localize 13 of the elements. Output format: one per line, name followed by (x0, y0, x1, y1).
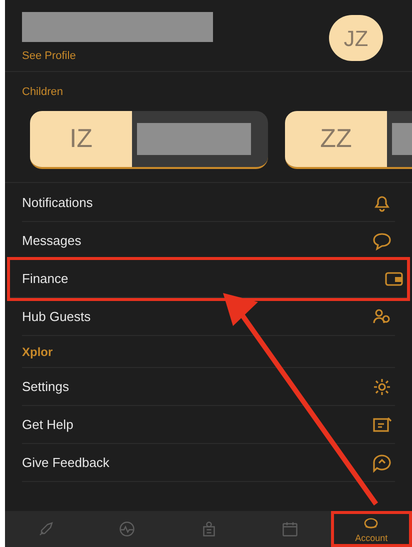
see-profile-link[interactable]: See Profile (22, 48, 213, 64)
feedback-bubble-icon (371, 452, 393, 474)
menu-item[interactable]: Give Feedback (22, 444, 395, 482)
section-heading: Xplor (22, 336, 395, 368)
menu-item[interactable]: Settings (22, 368, 395, 406)
nav-tab[interactable]: Account (330, 511, 412, 547)
section-heading: Children (22, 85, 64, 100)
menu-item[interactable]: Get Help (22, 406, 395, 444)
child-initials: ZZ (285, 110, 387, 166)
menu-item[interactable]: Notifications (22, 184, 395, 222)
child-initials: IZ (30, 110, 132, 166)
menu-item[interactable]: Finance (10, 260, 407, 298)
menu-item[interactable]: Messages (22, 222, 395, 260)
